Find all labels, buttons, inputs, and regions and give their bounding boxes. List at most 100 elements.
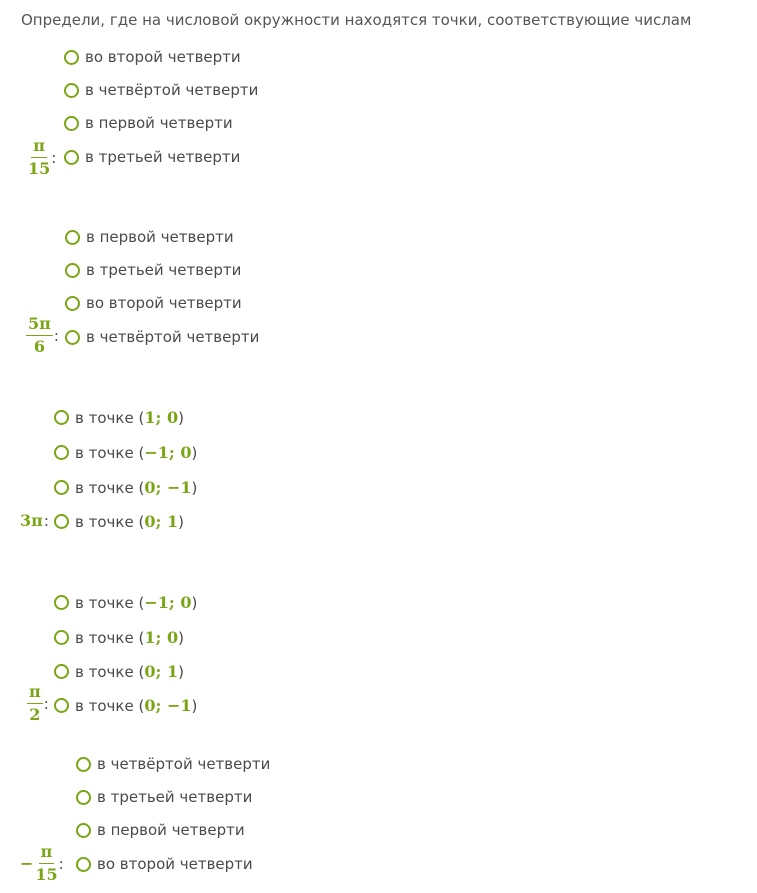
option-b3-3[interactable]: в точке (0; −1) [54, 478, 197, 497]
coordinate: 1; 0 [144, 628, 179, 647]
fraction-numerator: π [27, 684, 43, 704]
option-b5-3[interactable]: в первой четверти [76, 821, 245, 839]
label-pi-over-15: π 15 : [28, 138, 56, 177]
paren-close: ) [191, 478, 198, 497]
option-b5-2[interactable]: в третьей четверти [76, 788, 252, 806]
option-b5-1[interactable]: в четвёртой четверти [76, 755, 270, 773]
colon: : [43, 511, 49, 530]
option-b1-4[interactable]: в третьей четверти [64, 148, 240, 166]
option-label: в первой четверти [85, 114, 233, 132]
label-pi-over-2: π 2 : [27, 684, 49, 723]
paren-close: ) [178, 628, 184, 647]
option-label: в четвёртой четверти [85, 81, 259, 99]
option-prefix: в точке [75, 408, 134, 427]
option-label: в первой четверти [86, 228, 234, 246]
paren-close: ) [191, 593, 198, 612]
fraction-denominator: 6 [33, 337, 45, 356]
option-label: в третьей четверти [86, 261, 242, 279]
option-prefix: в точке [75, 662, 134, 681]
option-b3-4[interactable]: в точке (0; 1) [54, 512, 184, 531]
fraction-denominator: 15 [28, 159, 51, 178]
coordinate: 0; 1 [144, 662, 179, 681]
radio-button[interactable] [54, 664, 69, 679]
radio-button[interactable] [54, 445, 69, 460]
paren-close: ) [178, 662, 184, 681]
option-prefix: в точке [75, 478, 134, 497]
radio-button[interactable] [54, 595, 69, 610]
label-5pi-over-6: 5π 6 : [26, 316, 59, 355]
option-b3-2[interactable]: в точке (−1; 0) [54, 443, 197, 462]
radio-button[interactable] [64, 115, 79, 131]
colon: : [58, 854, 64, 873]
fraction: π 15 [28, 138, 50, 177]
label-minus-pi-over-15: − π 15 : [20, 844, 64, 883]
option-label: во второй четверти [85, 48, 241, 66]
radio-button[interactable] [65, 295, 80, 311]
radio-button[interactable] [65, 329, 80, 345]
radio-button[interactable] [76, 789, 91, 805]
paren-close: ) [178, 512, 184, 531]
fraction: π 2 [27, 684, 43, 723]
option-label: во второй четверти [97, 855, 253, 873]
colon: : [51, 148, 57, 167]
option-b1-2[interactable]: в четвёртой четверти [64, 81, 258, 99]
coordinate: −1; 0 [144, 443, 192, 462]
radio-button[interactable] [65, 229, 80, 245]
option-label: в четвёртой четверти [86, 328, 260, 346]
radio-button[interactable] [64, 82, 79, 98]
radio-button[interactable] [54, 630, 69, 645]
colon: : [53, 326, 59, 345]
question-text: Определи, где на числовой окружности нах… [21, 11, 692, 29]
colon: : [43, 694, 49, 713]
paren-close: ) [191, 696, 198, 715]
option-b4-2[interactable]: в точке (1; 0) [54, 628, 184, 647]
coordinate: 0; 1 [144, 512, 179, 531]
option-b4-1[interactable]: в точке (−1; 0) [54, 593, 197, 612]
minus-sign: − [20, 854, 34, 873]
option-b2-4[interactable]: в четвёртой четверти [65, 328, 259, 346]
coordinate: 0; −1 [144, 478, 192, 497]
radio-button[interactable] [65, 262, 80, 278]
option-b2-3[interactable]: во второй четверти [65, 294, 242, 312]
fraction-numerator: π [38, 844, 55, 864]
radio-button[interactable] [54, 480, 69, 495]
coordinate: 1; 0 [144, 408, 179, 427]
paren-close: ) [178, 408, 184, 427]
fraction: π 15 [35, 844, 57, 883]
option-b2-1[interactable]: в первой четверти [65, 228, 234, 246]
option-b1-3[interactable]: в первой четверти [64, 114, 233, 132]
radio-button[interactable] [76, 822, 91, 838]
option-label: во второй четверти [86, 294, 242, 312]
option-prefix: в точке [75, 628, 134, 647]
option-b3-1[interactable]: в точке (1; 0) [54, 408, 184, 427]
option-b4-3[interactable]: в точке (0; 1) [54, 662, 184, 681]
label-3pi: 3π : [20, 511, 49, 530]
radio-button[interactable] [76, 856, 91, 872]
coordinate: 0; −1 [144, 696, 192, 715]
radio-button[interactable] [64, 49, 79, 65]
option-b4-4[interactable]: в точке (0; −1) [54, 696, 197, 715]
option-prefix: в точке [75, 512, 134, 531]
fraction-denominator: 15 [35, 865, 58, 884]
coordinate: −1; 0 [144, 593, 192, 612]
option-label: в третьей четверти [97, 788, 253, 806]
radio-button[interactable] [76, 756, 91, 772]
option-prefix: в точке [75, 696, 134, 715]
paren-close: ) [191, 443, 198, 462]
option-label: в третьей четверти [85, 148, 241, 166]
fraction-denominator: 2 [29, 705, 41, 724]
radio-button[interactable] [54, 514, 69, 529]
option-prefix: в точке [75, 443, 134, 462]
option-prefix: в точке [75, 593, 134, 612]
label-value: 3π [20, 511, 43, 530]
option-label: в первой четверти [97, 821, 245, 839]
option-b2-2[interactable]: в третьей четверти [65, 261, 241, 279]
fraction-numerator: π [31, 138, 47, 158]
option-b5-4[interactable]: во второй четверти [76, 855, 253, 873]
radio-button[interactable] [64, 149, 79, 165]
radio-button[interactable] [54, 698, 69, 713]
radio-button[interactable] [54, 410, 69, 425]
fraction: 5π 6 [26, 316, 53, 355]
fraction-numerator: 5π [26, 316, 53, 336]
option-b1-1[interactable]: во второй четверти [64, 48, 241, 66]
